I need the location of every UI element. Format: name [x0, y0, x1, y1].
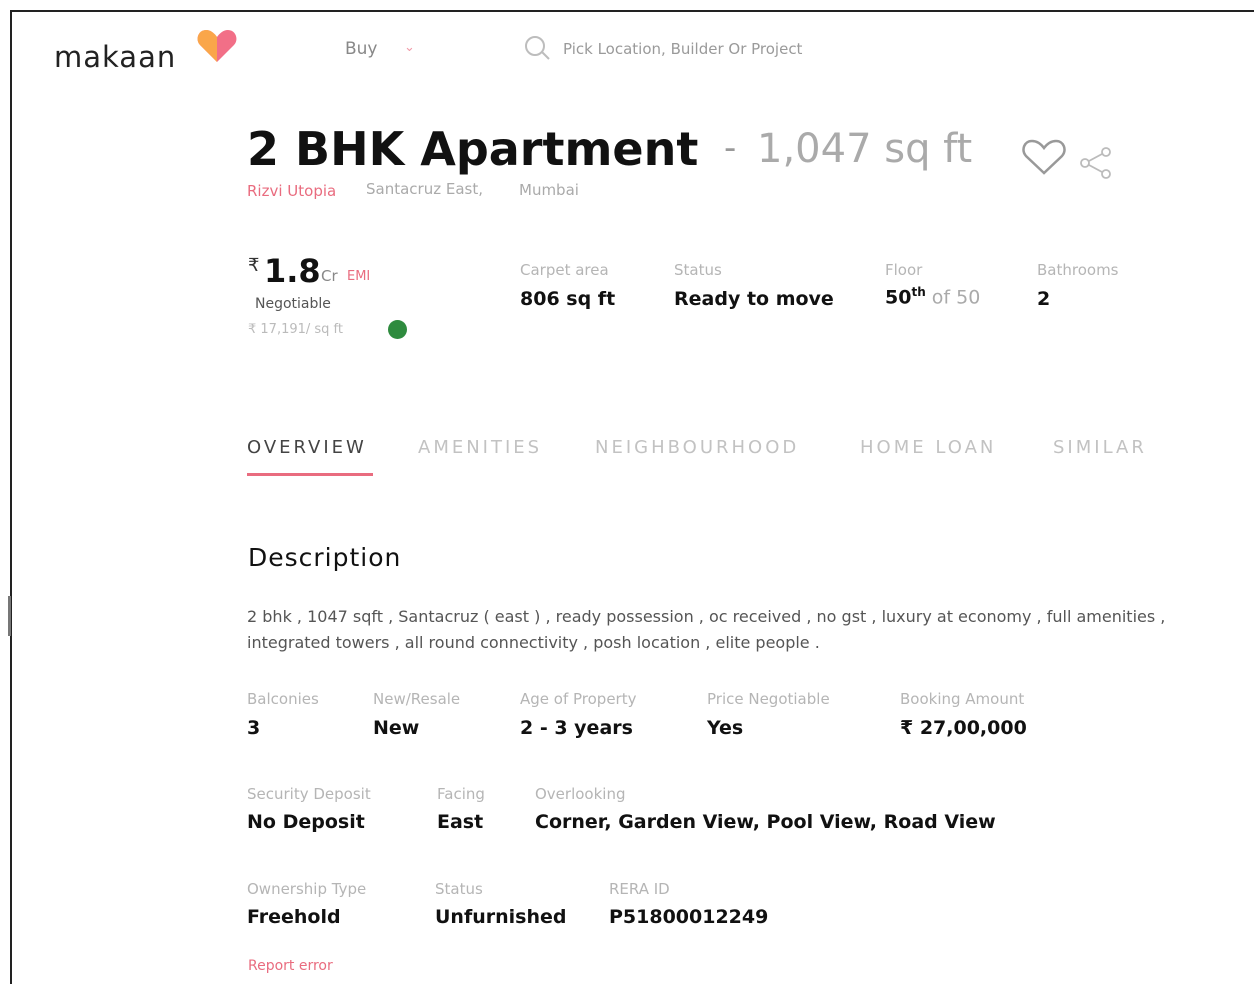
- buy-dropdown[interactable]: Buy: [345, 39, 378, 59]
- tab-home-loan[interactable]: HOME LOAN: [860, 437, 996, 458]
- active-tab-indicator: [247, 473, 373, 476]
- rupee-symbol: ₹: [248, 255, 260, 276]
- tab-amenities[interactable]: AMENITIES: [418, 437, 542, 458]
- bathrooms-label: Bathrooms: [1037, 261, 1119, 279]
- age-value: 2 - 3 years: [520, 717, 633, 739]
- balconies-label: Balconies: [247, 690, 319, 708]
- listing-title: 2 BHK Apartment: [247, 122, 699, 176]
- price-negotiable-value: Yes: [707, 717, 744, 739]
- project-link[interactable]: Rizvi Utopia: [247, 182, 336, 200]
- facing-label: Facing: [437, 785, 485, 803]
- emi-link[interactable]: EMI: [347, 269, 370, 284]
- brand-logo[interactable]: makaan: [54, 40, 176, 74]
- share-icon[interactable]: [1078, 146, 1114, 180]
- carpet-area-value: 806 sq ft: [520, 288, 616, 310]
- floor-number: 50: [885, 286, 912, 309]
- furnishing-status-label: Status: [435, 880, 483, 898]
- bathrooms-value: 2: [1037, 288, 1051, 310]
- age-label: Age of Property: [520, 690, 637, 708]
- heart-icon[interactable]: [1021, 138, 1067, 176]
- furnishing-status-value: Unfurnished: [435, 906, 567, 928]
- city: Mumbai: [519, 181, 579, 199]
- ownership-type-value: Freehold: [247, 906, 341, 928]
- price-amount: 1.8: [264, 252, 321, 290]
- title-separator: -: [724, 128, 737, 168]
- chevron-down-icon[interactable]: ⌄: [404, 40, 415, 55]
- floor-value: 50th of 50: [885, 285, 980, 308]
- balconies-value: 3: [247, 717, 261, 739]
- status-value: Ready to move: [674, 288, 834, 310]
- tab-similar[interactable]: SIMILAR: [1053, 437, 1147, 458]
- facing-value: East: [437, 811, 484, 833]
- status-label: Status: [674, 261, 722, 279]
- negotiable-label: Negotiable: [255, 296, 331, 312]
- margin-mark: [8, 596, 11, 636]
- price-unit: Cr: [321, 267, 338, 285]
- ownership-type-label: Ownership Type: [247, 880, 367, 898]
- booking-amount-value: ₹ 27,00,000: [900, 717, 1027, 739]
- locality: Santacruz East,: [366, 180, 483, 198]
- booking-amount-label: Booking Amount: [900, 690, 1025, 708]
- price-negotiable-label: Price Negotiable: [707, 690, 830, 708]
- search-input[interactable]: [563, 36, 883, 62]
- tab-neighbourhood[interactable]: NEIGHBOURHOOD: [595, 437, 799, 458]
- info-icon[interactable]: [388, 320, 407, 339]
- security-deposit-value: No Deposit: [247, 811, 365, 833]
- carpet-area-label: Carpet area: [520, 261, 609, 279]
- new-resale-value: New: [373, 717, 420, 739]
- floor-total: of 50: [925, 286, 981, 309]
- new-resale-label: New/Resale: [373, 690, 461, 708]
- listing-area: 1,047 sq ft: [757, 126, 973, 172]
- price-per-sqft: ₹ 17,191/ sq ft: [248, 322, 344, 337]
- floor-label: Floor: [885, 261, 923, 279]
- description-heading: Description: [248, 543, 402, 572]
- tab-overview[interactable]: OVERVIEW: [247, 437, 367, 458]
- rera-id-value: P51800012249: [609, 906, 769, 928]
- logo-heart-icon: [197, 30, 237, 62]
- overlooking-value: Corner, Garden View, Pool View, Road Vie…: [535, 811, 996, 833]
- overlooking-label: Overlooking: [535, 785, 626, 803]
- report-error-link[interactable]: Report error: [248, 958, 333, 974]
- floor-ordinal: th: [911, 285, 926, 299]
- rera-id-label: RERA ID: [609, 880, 670, 898]
- search-icon[interactable]: [523, 34, 553, 62]
- security-deposit-label: Security Deposit: [247, 785, 371, 803]
- description-text: 2 bhk , 1047 sqft , Santacruz ( east ) ,…: [247, 607, 1166, 652]
